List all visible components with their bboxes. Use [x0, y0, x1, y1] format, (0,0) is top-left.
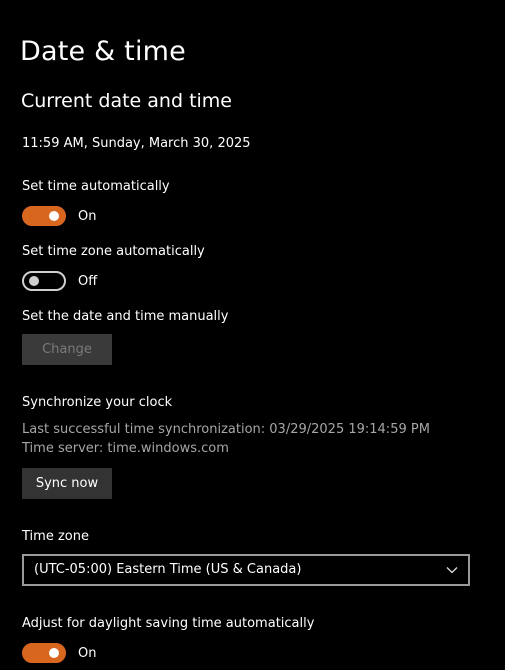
time-zone-select[interactable]: (UTC-05:00) Eastern Time (US & Canada) [22, 554, 470, 586]
time-server-text: Time server: time.windows.com [22, 441, 229, 456]
auto-time-label: Set time automatically [22, 179, 170, 194]
auto-time-state: On [78, 209, 97, 224]
last-sync-text: Last successful time synchronization: 03… [22, 422, 430, 437]
toggle-knob [49, 211, 59, 221]
change-button[interactable]: Change [22, 334, 112, 365]
auto-timezone-toggle[interactable] [22, 271, 66, 291]
dst-state: On [78, 646, 97, 661]
page-title: Date & time [20, 36, 186, 67]
time-zone-selected-value: (UTC-05:00) Eastern Time (US & Canada) [34, 562, 302, 577]
chevron-down-icon [446, 567, 458, 574]
auto-time-toggle[interactable] [22, 206, 66, 226]
sync-clock-heading: Synchronize your clock [22, 395, 173, 410]
toggle-knob [29, 276, 39, 286]
manual-datetime-label: Set the date and time manually [22, 309, 229, 324]
auto-timezone-label: Set time zone automatically [22, 244, 205, 259]
current-datetime-text: 11:59 AM, Sunday, March 30, 2025 [22, 136, 251, 151]
dst-label: Adjust for daylight saving time automati… [22, 616, 315, 631]
dst-toggle[interactable] [22, 643, 66, 663]
auto-timezone-state: Off [78, 274, 98, 289]
current-date-time-heading: Current date and time [21, 90, 232, 112]
toggle-knob [49, 648, 59, 658]
sync-now-button[interactable]: Sync now [22, 468, 112, 499]
time-zone-label: Time zone [22, 529, 89, 544]
